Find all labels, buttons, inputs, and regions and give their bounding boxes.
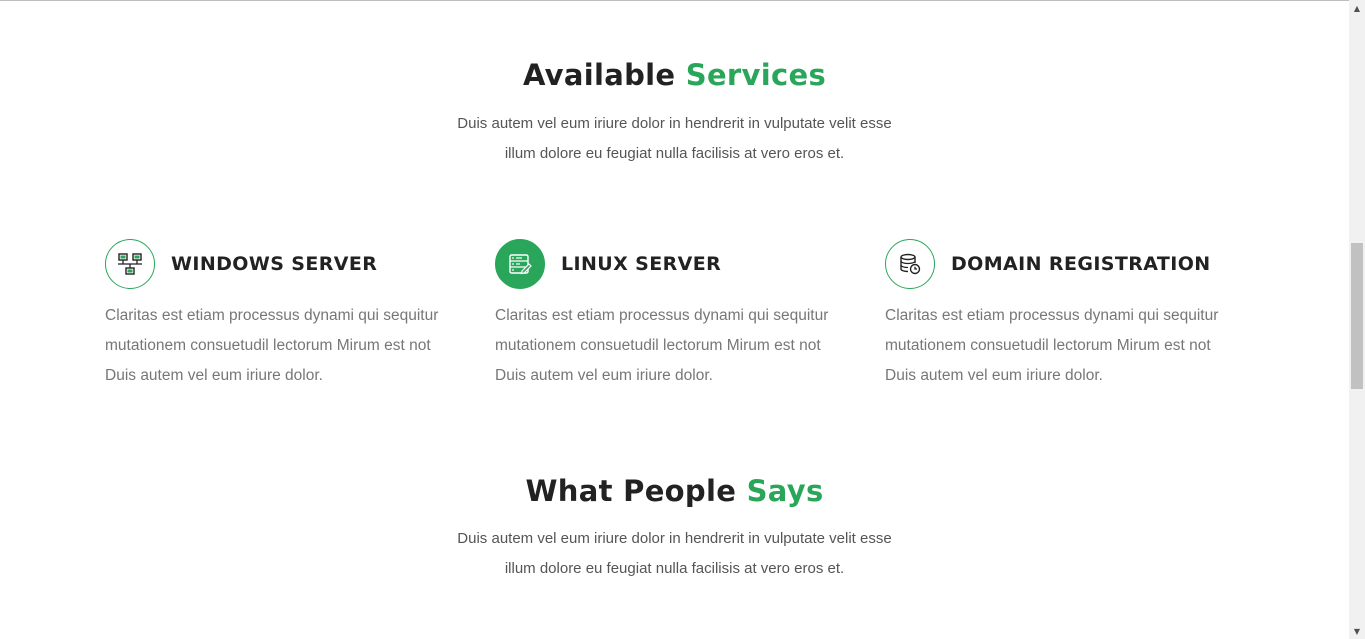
service-text-line: mutationem consuetudil lectorum Mirum es… — [885, 337, 1211, 354]
database-clock-icon[interactable] — [885, 239, 935, 289]
service-text-line: Claritas est etiam processus dynami qui … — [885, 307, 1219, 324]
scroll-up-arrow-icon[interactable]: ▲ — [1349, 0, 1365, 16]
services-description: Duis autem vel eum iriure dolor in hendr… — [0, 109, 1349, 169]
services-desc-line2: illum dolore eu feugiat nulla facilisis … — [504, 145, 845, 162]
service-card-header: LINUX SERVER — [495, 239, 865, 289]
service-card-header: DOMAIN REGISTRATION — [885, 239, 1255, 289]
scroll-down-arrow-icon[interactable]: ▼ — [1349, 623, 1365, 639]
scrollbar-thumb[interactable] — [1351, 243, 1363, 389]
service-text-line: mutationem consuetudil lectorum Mirum es… — [495, 337, 821, 354]
service-text-line: Claritas est etiam processus dynami qui … — [105, 307, 439, 324]
service-text-line: Duis autem vel eum iriure dolor. — [105, 367, 323, 384]
testimonials-heading: What People Says — [0, 474, 1349, 508]
services-desc-line1: Duis autem vel eum iriure dolor in hendr… — [457, 115, 892, 132]
service-description: Claritas est etiam processus dynami qui … — [495, 301, 865, 391]
service-card-linux-server: LINUX SERVER Claritas est etiam processu… — [495, 239, 865, 391]
service-text-line: mutationem consuetudil lectorum Mirum es… — [105, 337, 431, 354]
testimonials-heading-accent: Says — [746, 474, 824, 508]
testimonials-desc-line1: Duis autem vel eum iriure dolor in hendr… — [457, 530, 892, 547]
services-heading-accent: Services — [685, 58, 827, 92]
service-text-line: Duis autem vel eum iriure dolor. — [885, 367, 1103, 384]
service-title[interactable]: LINUX SERVER — [561, 253, 721, 275]
service-description: Claritas est etiam processus dynami qui … — [105, 301, 475, 391]
service-title[interactable]: WINDOWS SERVER — [171, 253, 377, 275]
server-list-icon[interactable] — [495, 239, 545, 289]
services-heading-main: Available — [522, 58, 676, 92]
testimonials-heading-main: What People — [525, 474, 737, 508]
testimonials-desc-line2: illum dolore eu feugiat nulla facilisis … — [504, 560, 845, 577]
service-text-line: Claritas est etiam processus dynami qui … — [495, 307, 829, 324]
service-description: Claritas est etiam processus dynami qui … — [885, 301, 1255, 391]
server-network-icon[interactable] — [105, 239, 155, 289]
service-title[interactable]: DOMAIN REGISTRATION — [951, 253, 1211, 275]
services-heading: Available Services — [0, 58, 1349, 92]
service-card-windows-server: WINDOWS SERVER Claritas est etiam proces… — [105, 239, 475, 391]
service-text-line: Duis autem vel eum iriure dolor. — [495, 367, 713, 384]
page-content: Available Services Duis autem vel eum ir… — [0, 0, 1349, 639]
service-card-header: WINDOWS SERVER — [105, 239, 475, 289]
service-card-domain-registration: DOMAIN REGISTRATION Claritas est etiam p… — [885, 239, 1255, 391]
vertical-scrollbar[interactable]: ▲ ▼ — [1349, 0, 1365, 639]
testimonials-description: Duis autem vel eum iriure dolor in hendr… — [0, 524, 1349, 584]
